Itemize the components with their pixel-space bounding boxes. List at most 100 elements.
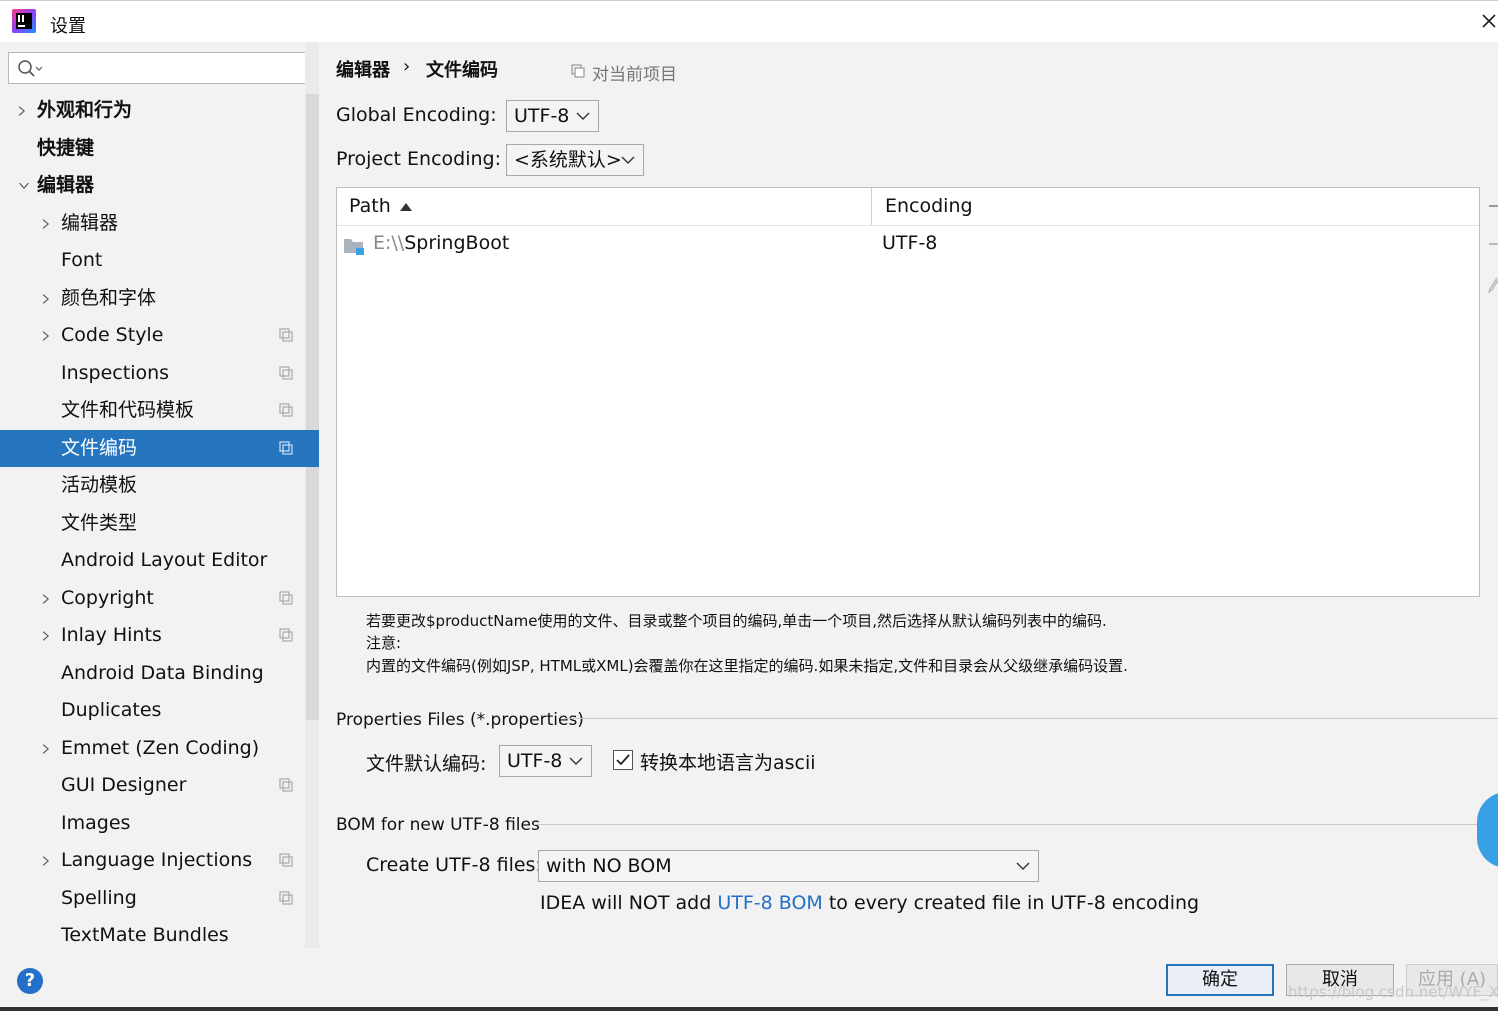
section-divider [564,718,1498,719]
properties-encoding-value: UTF-8 [507,750,563,772]
sidebar-item-label: 快捷键 [37,137,95,159]
properties-encoding-select[interactable]: UTF-8 [499,745,592,777]
row-path-prefix: E:\\ [373,232,405,254]
sidebar-item[interactable]: Font [0,242,305,279]
sidebar-item-label: Emmet (Zen Coding) [61,737,260,759]
column-header-encoding[interactable]: Encoding [885,188,973,225]
floating-assistant-icon[interactable] [1477,792,1498,868]
sidebar-item[interactable]: Android Layout Editor [0,542,305,579]
sidebar-item[interactable]: 快捷键 [0,130,305,167]
project-encoding-value: <系统默认> [514,149,622,171]
bom-description: IDEA will NOT add UTF-8 BOM to every cre… [540,892,1199,914]
sidebar-item[interactable]: Duplicates [0,692,305,729]
ascii-checkbox[interactable] [613,750,633,770]
sidebar-item[interactable]: 文件类型 [0,505,305,542]
folder-icon [344,239,364,255]
sidebar-item[interactable]: Inspections [0,355,305,392]
sidebar-item[interactable]: 活动模板 [0,467,305,504]
project-scope-icon [279,891,293,905]
settings-window: 设置 外观和行为 快捷键 编辑器 编辑器 Font 颜色和字体 Code Style Insp… [0,0,1498,1011]
sidebar-item[interactable]: GUI Designer [0,767,305,804]
sidebar-item[interactable]: Code Style [0,317,305,354]
column-header-path[interactable]: Path [349,188,391,225]
sidebar-item[interactable]: Emmet (Zen Coding) [0,730,305,767]
sidebar-item-label: 外观和行为 [37,99,133,121]
properties-section-title: Properties Files (*.properties) [336,710,584,730]
chevron-down-icon [1016,862,1030,870]
help-button[interactable]: ? [17,968,43,994]
chevron-down-icon [576,112,590,120]
ok-button[interactable]: 确定 [1166,964,1274,996]
chevron-right-icon[interactable] [41,592,51,606]
remove-icon[interactable] [1489,243,1498,245]
chevron-down-icon[interactable] [17,181,31,191]
create-utf8-label: Create UTF-8 files: [366,854,542,876]
row-encoding[interactable]: UTF-8 [882,232,937,254]
sidebar-item[interactable]: 编辑器 [0,205,305,242]
column-divider[interactable] [871,188,872,225]
global-encoding-value: UTF-8 [514,105,570,127]
project-scope-icon [279,441,293,455]
sidebar-item[interactable]: 外观和行为 [0,92,305,129]
sidebar-item[interactable]: Images [0,805,305,842]
sidebar-item-label: Code Style [61,324,164,346]
sidebar-item-label: Font [61,249,103,271]
global-encoding-label: Global Encoding: [336,104,497,126]
sidebar-item[interactable]: 颜色和字体 [0,280,305,317]
chevron-right-icon[interactable] [41,329,51,343]
add-icon[interactable] [1489,205,1498,207]
project-encoding-select[interactable]: <系统默认> [506,144,644,176]
chevron-right-icon[interactable] [41,629,51,643]
window-title: 设置 [50,16,86,37]
project-scope-icon [279,628,293,642]
project-scope-icon [279,366,293,380]
utf8-bom-link[interactable]: UTF-8 BOM [717,892,822,914]
encoding-note-line2: 注意: [366,634,402,652]
encoding-note-line3: 内置的文件编码(例如JSP, HTML或XML)会覆盖你在这里指定的编码.如果未… [366,657,1128,675]
chevron-right-icon[interactable] [17,104,27,118]
sidebar-item-label: Inlay Hints [61,624,162,646]
sidebar-item-label: GUI Designer [61,774,187,796]
chevron-right-icon[interactable] [41,292,51,306]
title-bar: 设置 [0,0,1498,42]
project-scope-label: 对当前项目 [592,65,677,85]
sidebar-item[interactable]: 编辑器 [0,167,305,204]
ascii-checkbox-label[interactable]: 转换本地语言为ascii [640,748,816,775]
project-scope-icon [571,64,585,78]
sidebar-item-label: 编辑器 [37,174,95,196]
global-encoding-select[interactable]: UTF-8 [506,100,599,132]
sidebar-item-label: Spelling [61,887,137,909]
sidebar-item-label: Duplicates [61,699,162,721]
breadcrumb-separator: › [403,56,411,77]
sidebar-item-label: Android Data Binding [61,662,264,684]
sidebar-item-label: Language Injections [61,849,253,871]
sidebar-item[interactable]: Language Injections [0,842,305,879]
sidebar-item[interactable]: Copyright [0,580,305,617]
sidebar-item-label: 文件编码 [61,437,138,459]
breadcrumb-parent[interactable]: 编辑器 [336,56,390,82]
sidebar-scrollbar-thumb[interactable] [305,94,319,720]
sidebar-item-label: Android Layout Editor [61,549,268,571]
project-scope-icon [279,591,293,605]
sidebar-item[interactable]: Inlay Hints [0,617,305,654]
sidebar-item[interactable]: 文件编码 [0,430,319,467]
header-divider [337,225,1479,226]
page-title: 文件编码 [426,60,498,81]
intellij-logo-icon [12,9,36,33]
close-icon[interactable] [1482,7,1498,36]
file-encoding-table[interactable]: Path Encoding E:\\SpringBoot UTF-8 [336,187,1480,597]
edit-icon[interactable] [1488,277,1498,293]
chevron-right-icon[interactable] [41,217,51,231]
sidebar-item[interactable]: 文件和代码模板 [0,392,305,429]
chevron-right-icon[interactable] [41,854,51,868]
properties-default-label: 文件默认编码: [366,753,487,775]
bom-select-value: with NO BOM [546,855,672,877]
bom-desc-suffix: to every created file in UTF-8 encoding [822,892,1200,914]
sidebar-item[interactable]: Android Data Binding [0,655,305,692]
search-icon [18,60,43,77]
chevron-right-icon[interactable] [41,742,51,756]
sidebar-item[interactable]: Spelling [0,880,305,917]
search-input[interactable] [8,52,310,84]
bom-select[interactable]: with NO BOM [538,850,1039,882]
sidebar-item-label: 文件和代码模板 [61,399,195,421]
